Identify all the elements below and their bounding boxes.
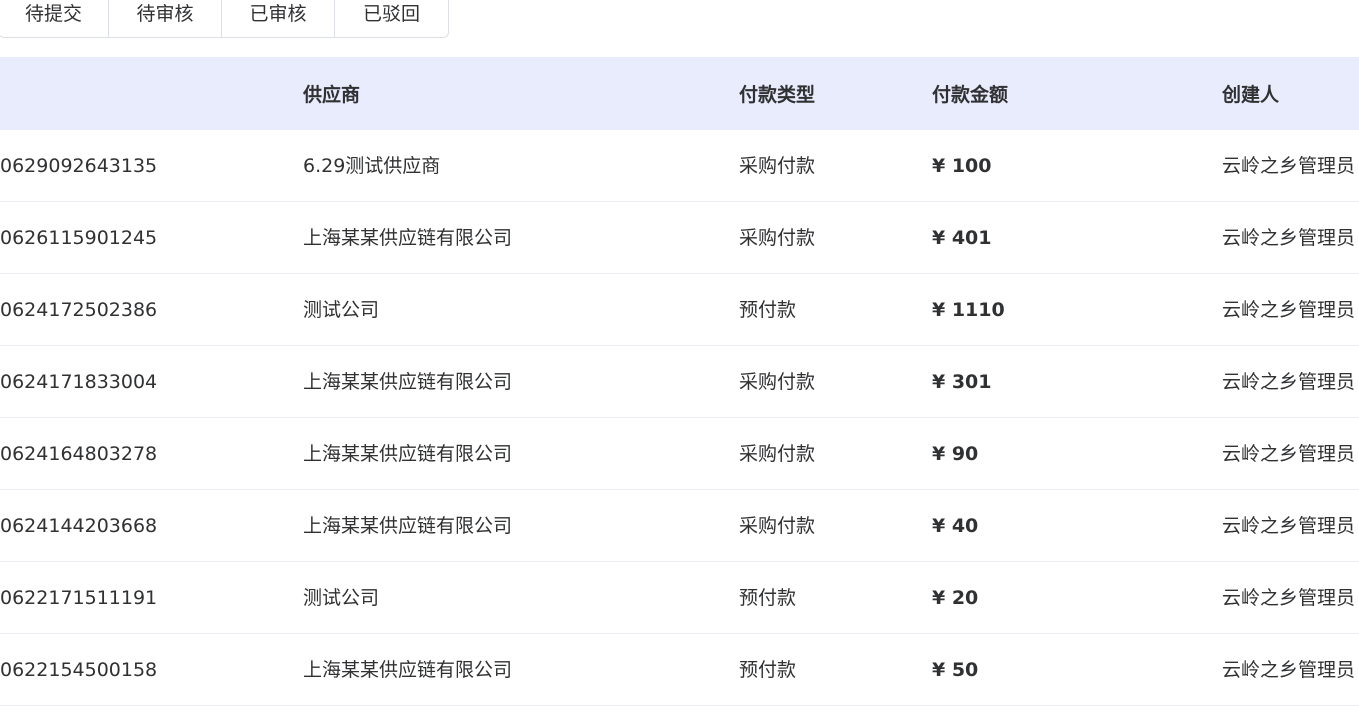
payment-list-page: 待提交 待审核 已审核 已驳回 - 供应商 付款类型 付款金额 创建人 0629… (0, 0, 1359, 720)
table-header: - 供应商 付款类型 付款金额 创建人 (0, 57, 1359, 130)
cell-creator: 云岭之乡管理员 (1222, 515, 1356, 537)
cell-payment-amount: ¥ 401 (932, 227, 992, 249)
column-header-payment-amount: 付款金额 (932, 84, 1009, 106)
cell-creator: 云岭之乡管理员 (1222, 371, 1356, 393)
cell-supplier: 上海某某供应链有限公司 (303, 659, 513, 681)
column-header-payment-type: 付款类型 (739, 84, 816, 106)
cell-payment-no: 0629092643135 (0, 155, 158, 177)
cell-creator: 云岭之乡管理员 (1222, 443, 1356, 465)
table-row[interactable]: 0629092643135 6.29测试供应商 采购付款 ¥ 100 云岭之乡管… (0, 130, 1359, 202)
cell-payment-no: 0622171511191 (0, 587, 158, 609)
cell-supplier: 上海某某供应链有限公司 (303, 227, 513, 249)
cell-payment-amount: ¥ 20 (932, 587, 979, 609)
tab-rejected[interactable]: 已驳回 (335, 0, 448, 37)
cell-payment-type: 预付款 (739, 659, 797, 681)
cell-payment-amount: ¥ 1110 (932, 299, 1005, 321)
cell-payment-no: 0624164803278 (0, 443, 158, 465)
status-tab-bar: 待提交 待审核 已审核 已驳回 (0, 0, 449, 38)
cell-payment-no: 0626115901245 (0, 227, 158, 249)
table-row[interactable]: 0622154500158 上海某某供应链有限公司 预付款 ¥ 50 云岭之乡管… (0, 634, 1359, 706)
table-row[interactable]: 0624171833004 上海某某供应链有限公司 采购付款 ¥ 301 云岭之… (0, 346, 1359, 418)
cell-supplier: 6.29测试供应商 (303, 155, 441, 177)
cell-payment-amount: ¥ 301 (932, 371, 992, 393)
cell-payment-type: 采购付款 (739, 443, 816, 465)
tab-pending-review[interactable]: 待审核 (109, 0, 222, 37)
cell-payment-no: 0622154500158 (0, 659, 158, 681)
table-row[interactable]: 0626115901245 上海某某供应链有限公司 采购付款 ¥ 401 云岭之… (0, 202, 1359, 274)
table-body: 0629092643135 6.29测试供应商 采购付款 ¥ 100 云岭之乡管… (0, 130, 1359, 706)
cell-supplier: 测试公司 (303, 587, 380, 609)
cell-payment-no: 0624171833004 (0, 371, 158, 393)
cell-payment-amount: ¥ 40 (932, 515, 979, 537)
cell-payment-type: 预付款 (739, 299, 797, 321)
cell-supplier: 上海某某供应链有限公司 (303, 443, 513, 465)
cell-payment-amount: ¥ 90 (932, 443, 979, 465)
cell-payment-type: 预付款 (739, 587, 797, 609)
table-row[interactable]: 0624172502386 测试公司 预付款 ¥ 1110 云岭之乡管理员 (0, 274, 1359, 346)
cell-creator: 云岭之乡管理员 (1222, 227, 1356, 249)
cell-supplier: 上海某某供应链有限公司 (303, 371, 513, 393)
cell-payment-type: 采购付款 (739, 155, 816, 177)
cell-creator: 云岭之乡管理员 (1222, 299, 1356, 321)
column-header-creator: 创建人 (1222, 84, 1280, 106)
cell-payment-no: 0624172502386 (0, 299, 158, 321)
cell-creator: 云岭之乡管理员 (1222, 659, 1356, 681)
table-row[interactable]: 0624144203668 上海某某供应链有限公司 采购付款 ¥ 40 云岭之乡… (0, 490, 1359, 562)
cell-creator: 云岭之乡管理员 (1222, 587, 1356, 609)
table-row[interactable]: 0622171511191 测试公司 预付款 ¥ 20 云岭之乡管理员 (0, 562, 1359, 634)
cell-payment-type: 采购付款 (739, 515, 816, 537)
table-row[interactable]: 0624164803278 上海某某供应链有限公司 采购付款 ¥ 90 云岭之乡… (0, 418, 1359, 490)
tab-reviewed[interactable]: 已审核 (222, 0, 335, 37)
cell-payment-amount: ¥ 50 (932, 659, 979, 681)
cell-payment-no: 0624144203668 (0, 515, 158, 537)
cell-payment-type: 采购付款 (739, 371, 816, 393)
payment-table: - 供应商 付款类型 付款金额 创建人 0629092643135 6.29测试… (0, 57, 1359, 706)
tab-pending-submit[interactable]: 待提交 (0, 0, 109, 37)
cell-creator: 云岭之乡管理员 (1222, 155, 1356, 177)
cell-supplier: 测试公司 (303, 299, 380, 321)
cell-payment-amount: ¥ 100 (932, 155, 992, 177)
column-header-supplier: 供应商 (303, 84, 361, 106)
cell-payment-type: 采购付款 (739, 227, 816, 249)
cell-supplier: 上海某某供应链有限公司 (303, 515, 513, 537)
